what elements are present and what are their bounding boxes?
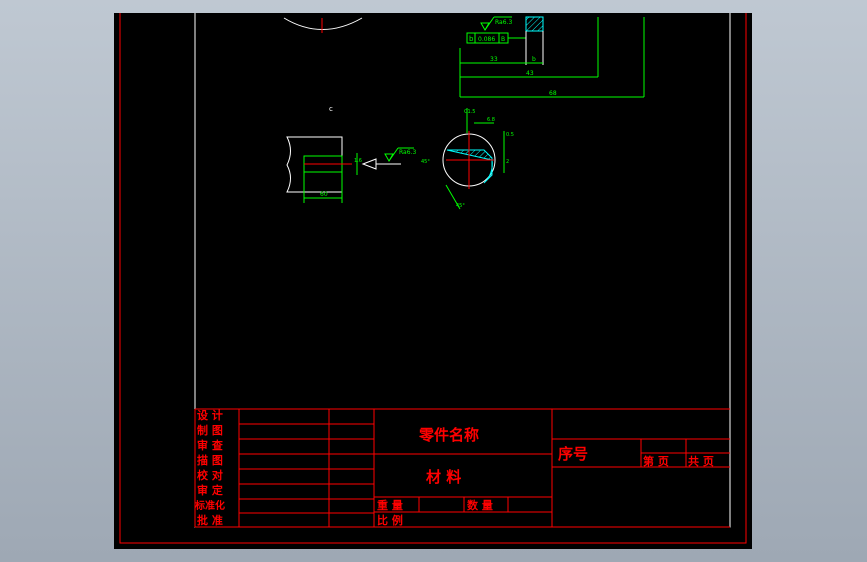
serial-label: 序号 — [558, 445, 588, 463]
label-draw: 制 图 — [197, 423, 223, 437]
section-chamfer: C1.5 — [464, 109, 475, 115]
dim-43: 43 — [526, 70, 534, 77]
section-angle-left: 45° — [421, 159, 430, 165]
material-label: 材 料 — [426, 468, 461, 486]
section-dim-right-a: 0.5 — [506, 132, 514, 138]
view-label: c — [329, 105, 333, 113]
top-dimension-view: Ra6.3 b 0.086 B 33 b 43 68 — [459, 16, 645, 98]
label-trace: 描 图 — [197, 453, 223, 467]
partial-circle-arc — [283, 17, 363, 30]
label-review: 审 查 — [197, 438, 223, 452]
label-proofread: 校 对 — [197, 468, 223, 482]
scale-label: 比 例 — [377, 513, 403, 527]
left-roughness-label: Ra6.3 — [399, 149, 416, 156]
tolerance-datum: B — [501, 36, 505, 43]
inner-frame — [194, 13, 731, 528]
section-dim-top: 6.8 — [487, 117, 495, 123]
dim-68: 68 — [549, 90, 557, 97]
section-view: C1.5 6.8 0.5 2 45° 45° — [421, 108, 514, 210]
label-design: 设 计 — [197, 408, 223, 422]
weight-label: 重 量 — [377, 498, 403, 512]
section-hatch — [446, 149, 493, 184]
left-dim-side: 1.6 — [354, 158, 362, 164]
dim-b: b — [532, 56, 536, 63]
dim-33: 33 — [490, 56, 498, 63]
section-dim-right-b: 2 — [506, 159, 509, 165]
tolerance-value: 0.086 — [478, 36, 495, 43]
sheet-label: 第 页 — [643, 454, 669, 468]
drawing-sheet: Ra6.3 b 0.086 B 33 b 43 68 c 60 1.6 Ra6.… — [119, 13, 747, 544]
part-name: 零件名称 — [418, 426, 479, 444]
top-roughness-label: Ra6.3 — [495, 19, 512, 26]
left-arrow — [361, 158, 377, 170]
label-approve-check: 审 定 — [197, 483, 223, 497]
quantity-label: 数 量 — [467, 498, 493, 512]
label-approve: 批 准 — [197, 513, 223, 527]
label-standardize: 标准化 — [194, 499, 225, 512]
title-block-left-labels: 设 计 制 图 审 查 描 图 校 对 审 定 标准化 批 准 — [194, 408, 225, 527]
left-dim-width: 60 — [320, 191, 328, 198]
hatched-keyway — [525, 16, 544, 32]
section-angle-bottom: 45° — [456, 203, 465, 209]
left-side-view: 60 1.6 Ra6.3 — [286, 136, 416, 203]
tolerance-symbol: b — [469, 35, 474, 43]
total-label: 共 页 — [688, 454, 714, 468]
cad-viewport[interactable]: Ra6.3 b 0.086 B 33 b 43 68 c 60 1.6 Ra6.… — [114, 13, 752, 549]
